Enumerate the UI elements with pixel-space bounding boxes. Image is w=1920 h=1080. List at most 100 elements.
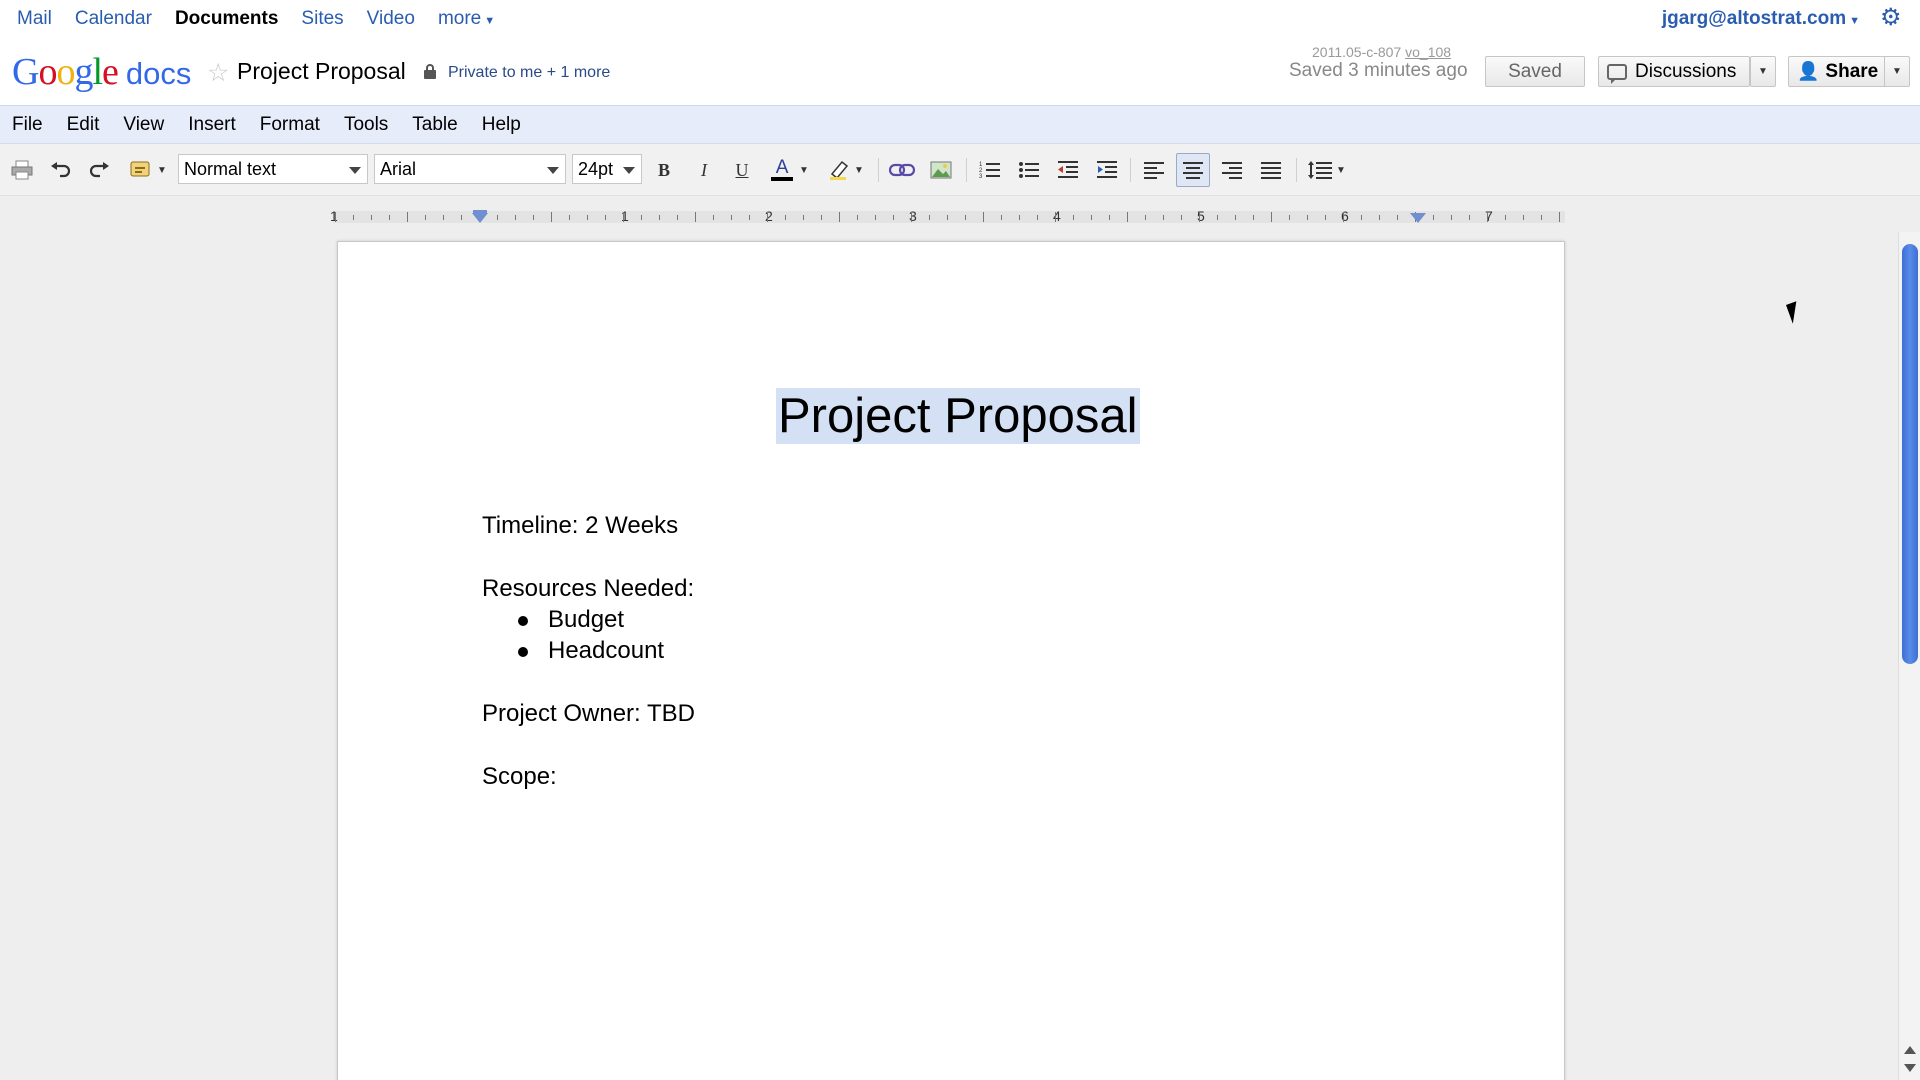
link-icon[interactable] bbox=[888, 154, 916, 186]
version-info: 2011.05-c-807 vo_108 bbox=[1312, 44, 1451, 60]
menu-table[interactable]: Table bbox=[412, 114, 457, 136]
ruler-tick bbox=[821, 215, 822, 220]
paint-format-button[interactable]: ▼ bbox=[126, 154, 170, 186]
menu-tools[interactable]: Tools bbox=[344, 114, 388, 136]
menu-insert[interactable]: Insert bbox=[188, 114, 236, 136]
underline-button[interactable]: U bbox=[728, 154, 756, 186]
menu-help[interactable]: Help bbox=[482, 114, 521, 136]
ruler-tick bbox=[983, 212, 984, 222]
nav-calendar-link[interactable]: Calendar bbox=[75, 8, 152, 30]
ruler-tick bbox=[1325, 215, 1326, 220]
nav-documents-link[interactable]: Documents bbox=[175, 8, 278, 30]
numbered-list-icon[interactable]: 123 bbox=[976, 154, 1004, 186]
font-size-value: 24pt bbox=[578, 158, 614, 179]
paragraph-style-value: Normal text bbox=[184, 158, 277, 179]
ruler-tick bbox=[1523, 215, 1524, 220]
chevron-down-icon: ▼ bbox=[157, 164, 167, 176]
document-heading[interactable]: Project Proposal bbox=[776, 388, 1140, 444]
list-item[interactable]: Budget bbox=[516, 606, 624, 634]
align-left-icon[interactable] bbox=[1140, 154, 1168, 186]
discussions-button[interactable]: Discussions bbox=[1598, 56, 1750, 87]
ruler-tick bbox=[767, 212, 768, 222]
nav-more-menu[interactable]: more ▼ bbox=[438, 8, 495, 30]
gear-icon[interactable]: ⚙ bbox=[1880, 6, 1904, 30]
ruler-tick bbox=[1505, 215, 1506, 220]
ruler-tick bbox=[1253, 215, 1254, 220]
italic-button[interactable]: I bbox=[690, 154, 718, 186]
ruler-tick bbox=[1271, 212, 1272, 222]
timeline-line[interactable]: Timeline: 2 Weeks bbox=[482, 512, 678, 540]
ruler-tick bbox=[407, 212, 408, 222]
insert-image-icon[interactable] bbox=[927, 154, 955, 186]
menu-edit[interactable]: Edit bbox=[67, 114, 100, 136]
resources-line[interactable]: Resources Needed: bbox=[482, 575, 694, 603]
sharing-status-link[interactable]: Private to me + 1 more bbox=[448, 64, 610, 82]
horizontal-ruler[interactable]: 1 1 2 3 4 5 6 7 bbox=[330, 207, 1565, 227]
ruler-tick bbox=[677, 215, 678, 220]
paint-format-icon bbox=[130, 161, 150, 177]
align-center-icon[interactable] bbox=[1176, 153, 1210, 187]
align-right-icon[interactable] bbox=[1218, 154, 1246, 186]
undo-icon[interactable] bbox=[48, 154, 74, 186]
menu-file[interactable]: File bbox=[12, 114, 43, 136]
vertical-scrollbar[interactable] bbox=[1898, 232, 1920, 1080]
ruler-tick bbox=[1487, 212, 1488, 222]
owner-line[interactable]: Project Owner: TBD bbox=[482, 700, 695, 728]
version-id: vo_108 bbox=[1405, 44, 1452, 60]
discussions-dropdown-button[interactable]: ▼ bbox=[1750, 56, 1776, 87]
logo-docs-text: docs bbox=[125, 56, 192, 91]
print-icon[interactable] bbox=[9, 154, 35, 186]
ruler-tick bbox=[551, 212, 552, 222]
bold-button[interactable]: B bbox=[650, 154, 678, 186]
share-button[interactable]: 👤 Share bbox=[1788, 56, 1886, 87]
highlight-color-button[interactable]: ▼ bbox=[823, 154, 869, 186]
google-docs-logo[interactable]: Google docs bbox=[12, 50, 191, 94]
ruler-tick bbox=[587, 215, 588, 220]
document-page[interactable]: Project Proposal Timeline: 2 Weeks Resou… bbox=[337, 241, 1565, 1080]
star-icon[interactable]: ☆ bbox=[207, 58, 229, 88]
ruler-tick bbox=[1541, 215, 1542, 220]
ruler-tick bbox=[1181, 215, 1182, 220]
account-menu[interactable]: jgarg@altostrat.com ▼ bbox=[1662, 8, 1860, 30]
line-spacing-button[interactable]: ▼ bbox=[1304, 154, 1350, 186]
ruler-tick bbox=[1559, 212, 1560, 222]
list-item[interactable]: Headcount bbox=[516, 637, 664, 665]
chevron-down-icon bbox=[623, 167, 635, 174]
increase-indent-icon[interactable] bbox=[1093, 154, 1121, 186]
decrease-indent-icon[interactable] bbox=[1054, 154, 1082, 186]
version-build: 2011.05-c-807 bbox=[1312, 44, 1402, 60]
ruler-tick bbox=[929, 215, 930, 220]
document-title[interactable]: Project Proposal bbox=[237, 58, 406, 85]
font-size-select[interactable]: 24pt bbox=[572, 154, 642, 184]
nav-video-link[interactable]: Video bbox=[367, 8, 415, 30]
ruler-tick bbox=[389, 215, 390, 220]
menu-view[interactable]: View bbox=[123, 114, 164, 136]
comment-bubble-icon bbox=[1607, 63, 1627, 84]
scroll-down-arrow-icon[interactable] bbox=[1904, 1064, 1916, 1072]
scroll-up-arrow-icon[interactable] bbox=[1904, 1046, 1916, 1054]
nav-sites-link[interactable]: Sites bbox=[301, 8, 343, 30]
font-family-value: Arial bbox=[380, 158, 417, 179]
font-family-select[interactable]: Arial bbox=[374, 154, 566, 184]
scrollbar-thumb[interactable] bbox=[1902, 244, 1918, 664]
ruler-tick bbox=[533, 215, 534, 220]
save-status-text: Saved 3 minutes ago bbox=[1289, 60, 1468, 81]
menu-format[interactable]: Format bbox=[260, 114, 320, 136]
nav-mail-link[interactable]: Mail bbox=[17, 8, 52, 30]
text-color-button[interactable]: A ▼ bbox=[766, 154, 814, 186]
share-dropdown-button[interactable]: ▼ bbox=[1884, 56, 1910, 87]
right-indent-marker[interactable] bbox=[1410, 213, 1426, 223]
scope-line[interactable]: Scope: bbox=[482, 763, 557, 791]
bulleted-list-icon[interactable] bbox=[1015, 154, 1043, 186]
paragraph-style-select[interactable]: Normal text bbox=[178, 154, 368, 184]
ruler-tick bbox=[1091, 215, 1092, 220]
saved-button[interactable]: Saved bbox=[1485, 56, 1585, 87]
highlighter-icon bbox=[830, 160, 849, 180]
ruler-tick bbox=[461, 215, 462, 220]
left-indent-marker[interactable] bbox=[472, 213, 488, 223]
redo-icon[interactable] bbox=[86, 154, 112, 186]
ruler-tick bbox=[1145, 215, 1146, 220]
ruler-tick bbox=[1127, 212, 1128, 222]
ruler-tick bbox=[371, 215, 372, 220]
align-justify-icon[interactable] bbox=[1257, 154, 1285, 186]
